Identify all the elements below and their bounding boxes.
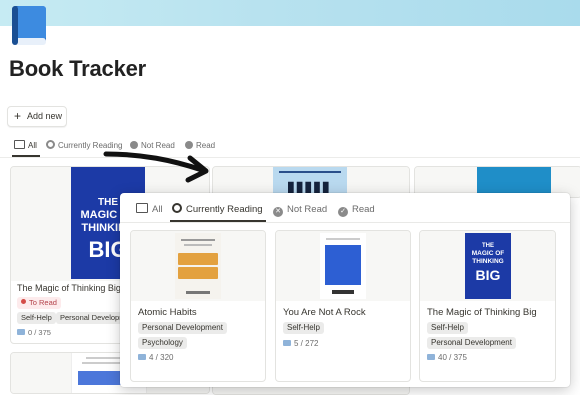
status-dot-icon: [21, 299, 26, 304]
book-cover-image: [175, 233, 221, 299]
x-circle-icon: ✕: [273, 207, 283, 217]
progress-value: 40 / 375: [438, 353, 467, 362]
open-book-icon: [138, 354, 146, 360]
add-new-label: Add new: [27, 111, 63, 121]
table-view-icon: [136, 203, 148, 213]
table-view-icon: [14, 140, 25, 149]
tag-self-help: Self-Help: [283, 322, 324, 334]
tab-not-read-label: Not Read: [141, 141, 175, 150]
tabs-divider: [120, 222, 570, 223]
progress-value: 0 / 375: [28, 328, 51, 337]
gallery-card[interactable]: You Are Not A Rock Self-Help 5 / 272: [275, 230, 411, 382]
card-title: You Are Not A Rock: [283, 307, 366, 318]
card-title: The Magic of Thinking Big: [427, 307, 537, 318]
gallery-card[interactable]: THE MAGIC OF THINKING BIG The Magic of T…: [419, 230, 556, 382]
open-book-icon: [283, 340, 291, 346]
book-cover-image: THE MAGIC OF THINKING BIG: [465, 233, 511, 299]
tab-currently-reading-label: Currently Reading: [186, 204, 263, 215]
plus-icon: +: [14, 109, 22, 123]
cover-glyphs: [178, 253, 218, 265]
cover-line: [184, 244, 212, 246]
add-new-button[interactable]: + Add new: [7, 106, 67, 127]
tab-all-label: All: [152, 204, 163, 215]
tag-self-help: Self-Help: [17, 312, 56, 324]
circle-icon: [172, 203, 182, 213]
cover-glyphs: [325, 245, 361, 285]
card-title: Atomic Habits: [138, 307, 197, 318]
progress-text: 4 / 320: [138, 353, 173, 362]
status-label: To Read: [29, 298, 57, 307]
cover-glyphs: [178, 267, 218, 279]
status-badge: To Read: [17, 297, 61, 309]
tab-not-read[interactable]: ✕ Not Read: [273, 201, 327, 219]
blue-book-icon: [12, 6, 46, 45]
card-title: The Magic of Thinking Big: [17, 283, 121, 293]
tag-psychology: Psychology: [138, 337, 187, 349]
tag-personal-development: Personal Development: [138, 322, 227, 334]
tag-personal-development: Personal Development: [427, 337, 516, 349]
progress-text: 5 / 272: [283, 339, 318, 348]
page-title: Book Tracker: [9, 56, 147, 81]
tab-read[interactable]: ✓ Read: [338, 201, 375, 219]
tab-all-label: All: [28, 141, 37, 150]
book-cover-image: [320, 233, 366, 299]
check-circle-icon: [185, 141, 193, 149]
tab-read-label: Read: [352, 204, 375, 215]
x-circle-icon: [130, 141, 138, 149]
cover-line: [279, 171, 341, 173]
gallery-card[interactable]: Atomic Habits Personal Development Psych…: [130, 230, 266, 382]
tabs-divider: [0, 157, 580, 158]
cover-line: [332, 290, 354, 294]
circle-icon: [46, 140, 55, 149]
zoomed-view-panel: All Currently Reading ✕ Not Read ✓ Read At…: [120, 193, 570, 387]
progress-value: 4 / 320: [149, 353, 174, 362]
tab-currently-reading[interactable]: Currently Reading: [172, 201, 263, 219]
progress-text: 40 / 375: [427, 353, 467, 362]
cover-line: [181, 239, 215, 241]
check-circle-icon: ✓: [338, 207, 348, 217]
cover-line: [186, 291, 210, 294]
annotation-arrow-icon: [103, 151, 209, 183]
progress-value: 5 / 272: [294, 339, 319, 348]
cover-line: [326, 238, 360, 240]
tag-self-help: Self-Help: [427, 322, 468, 334]
tab-read-label: Read: [196, 141, 216, 150]
tab-currently-reading-label: Currently Reading: [58, 141, 123, 150]
tab-all[interactable]: All: [14, 136, 37, 156]
tab-all[interactable]: All: [136, 201, 163, 219]
tab-not-read-label: Not Read: [287, 204, 328, 215]
open-book-icon: [17, 329, 25, 335]
open-book-icon: [427, 354, 435, 360]
cover-banner: [0, 0, 580, 26]
progress-text: 0 / 375: [17, 328, 51, 337]
